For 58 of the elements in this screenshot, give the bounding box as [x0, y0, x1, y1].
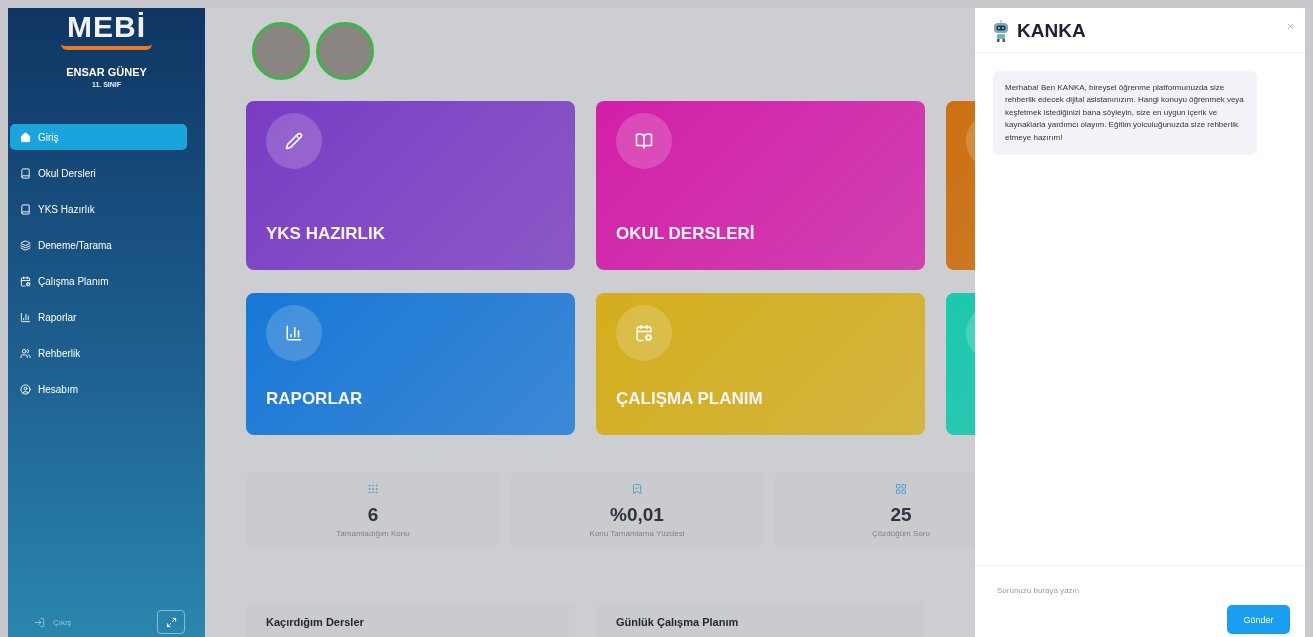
bookmark-icon: [631, 482, 643, 495]
chat-title: KANKA: [1017, 20, 1086, 42]
sidebar-item[interactable]: Okul Dersleri: [10, 160, 187, 186]
tile-title: RAPORLAR: [266, 389, 364, 409]
sidebar-item-label: Okul Dersleri: [38, 167, 96, 179]
tile-title: YKS HAZIRLIK: [266, 224, 386, 244]
sidebar-item-label: Çalışma Planım: [38, 275, 109, 287]
question-input[interactable]: Sorunuzu buraya yazın: [997, 586, 1290, 595]
robot-icon: [991, 20, 1011, 42]
expand-icon: [165, 616, 177, 628]
tile-title: OKUL DERSLERİ: [616, 224, 756, 244]
sidebar-item[interactable]: Çalışma Planım: [10, 268, 187, 294]
sidebar-item-label: Hesabım: [38, 383, 78, 395]
sidebar-item[interactable]: Hesabım: [10, 376, 187, 402]
logout-icon: [34, 616, 45, 628]
stat-label: Konu Tamamlama Yüzdesi: [589, 528, 685, 538]
book-icon: [635, 132, 653, 150]
menu-tile[interactable]: YKS HAZIRLIK: [246, 101, 575, 270]
layers-icon: [20, 239, 31, 251]
sidebar-item[interactable]: Deneme/Tarama: [10, 232, 187, 258]
sidebar-item-label: Rehberlik: [38, 347, 81, 359]
chat-message: Merhaba! Ben KANKA, bireysel öğrenme platformunuzda size rehberlik edecek dijital asistanınızım. Hangi konuyu öğrenmek veya keşfetmek istediğinizi bana söyleyin, size en uygun içerik ve kaynaklarla yardımcı olayım. Eğitim yolculuğunuzda size rehberlik etmeye hazırım!: [993, 71, 1257, 155]
sidebar-item[interactable]: Rehberlik: [10, 340, 187, 366]
sidebar-item-label: YKS Hazırlık: [38, 203, 95, 215]
avatar-photo-placeholder[interactable]: [252, 22, 310, 80]
calendar-icon: [635, 324, 653, 342]
home-icon: [20, 131, 31, 143]
stat-value: 25: [890, 503, 912, 526]
pencil-icon: [285, 132, 303, 150]
stat-value: %0,01: [610, 503, 664, 526]
user-icon: [20, 383, 31, 395]
user-name: ENSAR GÜNEY: [66, 66, 147, 78]
avatar-photo-placeholder[interactable]: [316, 22, 374, 80]
chart-icon: [20, 311, 31, 323]
chart-icon: [285, 324, 303, 342]
sidebar-item[interactable]: Raporlar: [10, 304, 187, 330]
sidebar-item-label: Deneme/Tarama: [38, 239, 112, 251]
sidebar-item-label: Raporlar: [38, 311, 77, 323]
sidebar-item[interactable]: YKS Hazırlık: [10, 196, 187, 222]
sidebar-item-label: Giriş: [38, 131, 59, 143]
book-icon: [20, 167, 31, 179]
section-title: Günlük Çalışma Planım: [616, 616, 740, 628]
dots-icon: [367, 482, 379, 495]
people-icon: [20, 347, 31, 359]
grid-icon: [895, 482, 907, 495]
calendar-icon: [20, 275, 31, 287]
menu-tile[interactable]: RAPORLAR: [246, 293, 575, 435]
section-title: Kaçırdığım Dersler: [266, 616, 365, 628]
stat-value: 6: [367, 503, 379, 526]
menu-tile[interactable]: OKUL DERSLERİ: [596, 101, 925, 270]
expand-button[interactable]: [157, 610, 185, 634]
book-icon: [20, 203, 31, 215]
stat-label: Çözdüğüm Soru: [872, 528, 930, 538]
tile-title: ÇALIŞMA PLANIM: [616, 389, 764, 409]
close-icon: [1286, 22, 1295, 31]
close-button[interactable]: [1286, 22, 1295, 31]
stat-label: Tamamladığım Konu: [336, 528, 410, 538]
logo: MEBİ: [61, 10, 152, 50]
